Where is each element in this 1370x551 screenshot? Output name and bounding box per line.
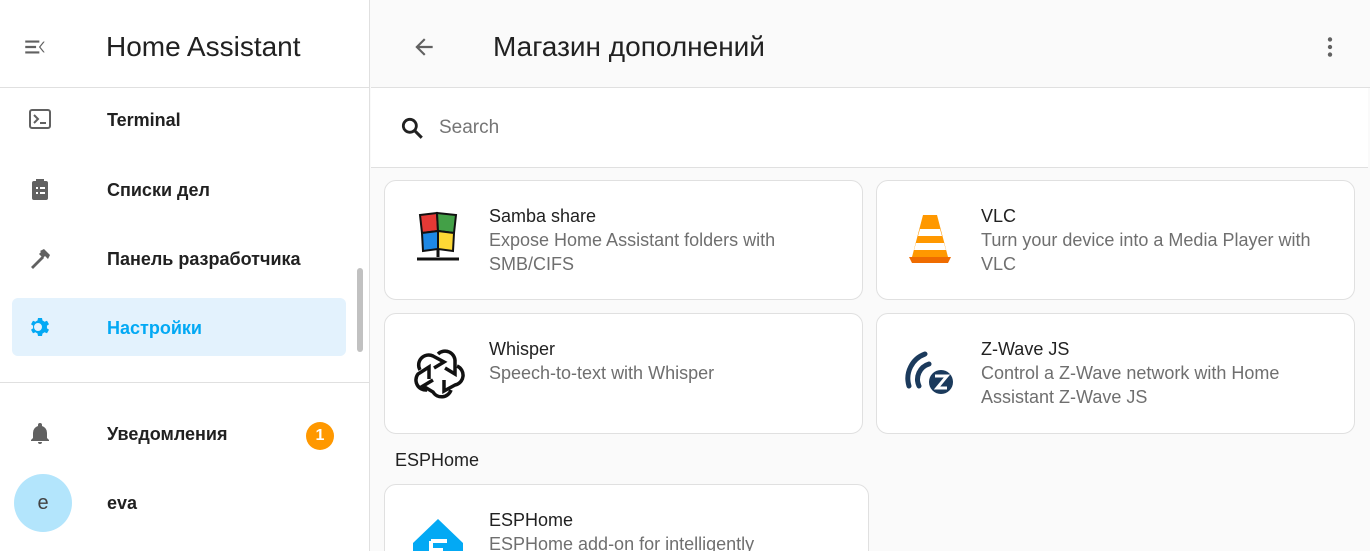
bell-icon	[31, 423, 49, 444]
more-vertical-icon[interactable]	[1317, 34, 1343, 60]
top-bar: Магазин дополнений	[371, 0, 1370, 88]
clipboard-list-icon	[32, 179, 48, 200]
addon-name: ESPHome	[489, 510, 574, 530]
sidebar-item-todo[interactable]: Списки дел	[12, 160, 346, 218]
page-title: Магазин дополнений	[493, 31, 765, 62]
addon-name: VLC	[981, 206, 1017, 226]
sidebar-item-settings[interactable]: Настройки	[12, 298, 346, 356]
sidebar-item-label: Списки дел	[107, 180, 210, 200]
openai-icon	[414, 349, 465, 399]
sidebar-item-terminal[interactable]: Terminal	[12, 90, 346, 148]
zwave-icon	[905, 351, 953, 394]
section-title-esphome: ESPHome	[395, 450, 480, 470]
addon-card-samba[interactable]: Samba share Expose Home Assistant folder…	[384, 180, 863, 300]
user-name[interactable]: eva	[107, 493, 137, 514]
sidebar-item-label: Terminal	[107, 110, 181, 130]
main-content: Магазин дополнений Samba share Expose Ho…	[371, 0, 1370, 551]
addon-name: Z-Wave JS	[981, 339, 1070, 359]
addon-description: Turn your device into a Media Player wit…	[981, 230, 1311, 274]
addon-description: ESPHome add-on for intelligently	[489, 534, 755, 551]
addon-card-zwave[interactable]: Z-Wave JS Control a Z-Wave network with …	[876, 313, 1355, 434]
sidebar-divider	[0, 382, 370, 383]
addon-name: Samba share	[489, 206, 597, 226]
arrow-left-icon[interactable]	[411, 34, 437, 60]
sidebar-item-label: Настройки	[107, 318, 202, 338]
addon-description: Expose Home Assistant folders with SMB/C…	[489, 230, 776, 274]
notification-count-badge: 1	[306, 422, 334, 450]
esphome-icon	[413, 519, 463, 551]
avatar[interactable]: e	[14, 474, 72, 532]
sidebar-item-label: Уведомления	[107, 424, 228, 444]
sidebar-item-developer[interactable]: Панель разработчика	[12, 229, 346, 287]
addon-card-vlc[interactable]: VLC Turn your device into a Media Player…	[876, 180, 1355, 300]
menu-collapse-icon[interactable]	[22, 34, 48, 60]
sidebar-header: Home Assistant	[0, 0, 370, 88]
search-bar	[371, 88, 1368, 168]
terminal-icon	[29, 109, 51, 129]
sidebar: Home Assistant Terminal Списки дел Панел…	[0, 0, 370, 551]
windows-folder-icon	[417, 211, 459, 261]
addon-description: Control a Z-Wave network with Home Assis…	[981, 363, 1280, 407]
addon-card-whisper[interactable]: Whisper Speech-to-text with Whisper	[384, 313, 863, 434]
gear-icon	[31, 318, 49, 336]
hammer-icon	[31, 249, 50, 269]
sidebar-scrollbar[interactable]	[357, 268, 363, 352]
addon-description: Speech-to-text with Whisper	[489, 363, 715, 383]
sidebar-item-notifications[interactable]: Уведомления	[12, 404, 346, 462]
vlc-cone-icon	[909, 215, 951, 263]
sidebar-title: Home Assistant	[106, 31, 301, 62]
search-icon	[401, 117, 423, 139]
addon-name: Whisper	[489, 339, 556, 359]
search-input[interactable]	[439, 112, 1039, 144]
addon-card-esphome[interactable]: ESPHome ESPHome add-on for intelligently	[384, 484, 869, 551]
sidebar-item-label: Панель разработчика	[107, 249, 301, 269]
